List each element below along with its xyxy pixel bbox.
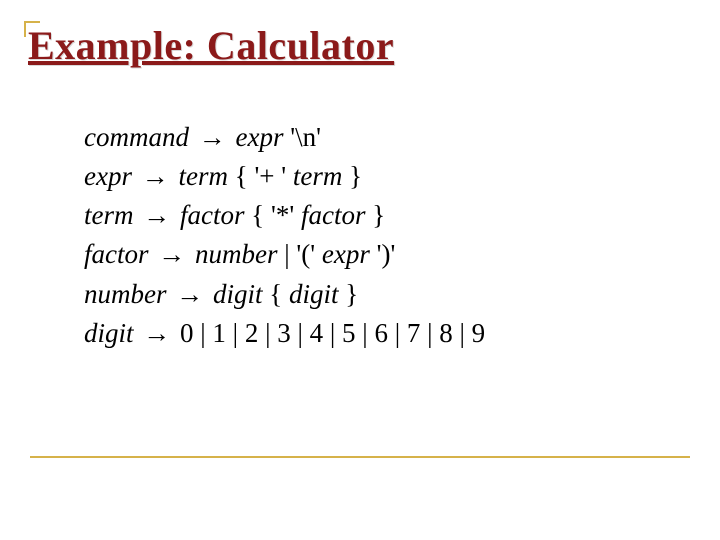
- rule-expr: expr → term { '+ ' term }: [84, 157, 644, 196]
- rule-term: term → factor { '*' factor }: [84, 196, 644, 235]
- arrow-icon: →: [140, 318, 173, 348]
- arrow-icon: →: [155, 239, 188, 269]
- nt: digit: [213, 279, 263, 309]
- nt: term: [178, 161, 228, 191]
- nt: expr: [235, 122, 283, 152]
- lit: { '*': [245, 200, 301, 230]
- lit: 0 | 1 | 2 | 3 | 4 | 5 | 6 | 7 | 8 | 9: [173, 318, 485, 348]
- slide: Example: Calculator command → expr '\n' …: [0, 0, 720, 540]
- rule-digit: digit → 0 | 1 | 2 | 3 | 4 | 5 | 6 | 7 | …: [84, 314, 644, 353]
- arrow-icon: →: [139, 161, 172, 191]
- lit: }: [339, 279, 359, 309]
- lit: { '+ ': [228, 161, 293, 191]
- arrow-icon: →: [173, 279, 206, 309]
- lhs: command: [84, 122, 189, 152]
- grammar-body: command → expr '\n' expr → term { '+ ' t…: [84, 118, 644, 353]
- nt: factor: [301, 200, 366, 230]
- rule-command: command → expr '\n': [84, 118, 644, 157]
- nt: term: [293, 161, 343, 191]
- rule-factor: factor → number | '(' expr ')': [84, 235, 644, 274]
- slide-title: Example: Calculator: [28, 22, 394, 69]
- lit: {: [263, 279, 289, 309]
- lit: ')': [370, 239, 395, 269]
- lhs: term: [84, 200, 134, 230]
- lit: | '(': [278, 239, 322, 269]
- nt: number: [195, 239, 278, 269]
- rule-number: number → digit { digit }: [84, 275, 644, 314]
- lhs: factor: [84, 239, 149, 269]
- nt: expr: [322, 239, 370, 269]
- nt: factor: [180, 200, 245, 230]
- lhs: expr: [84, 161, 132, 191]
- lhs: number: [84, 279, 167, 309]
- bottom-divider: [30, 456, 690, 458]
- nt: digit: [289, 279, 339, 309]
- lit: '\n': [283, 122, 320, 152]
- lit: }: [342, 161, 362, 191]
- lit: }: [365, 200, 385, 230]
- arrow-icon: →: [140, 200, 173, 230]
- title-wrap: Example: Calculator: [28, 22, 394, 69]
- arrow-icon: →: [196, 122, 229, 152]
- lhs: digit: [84, 318, 134, 348]
